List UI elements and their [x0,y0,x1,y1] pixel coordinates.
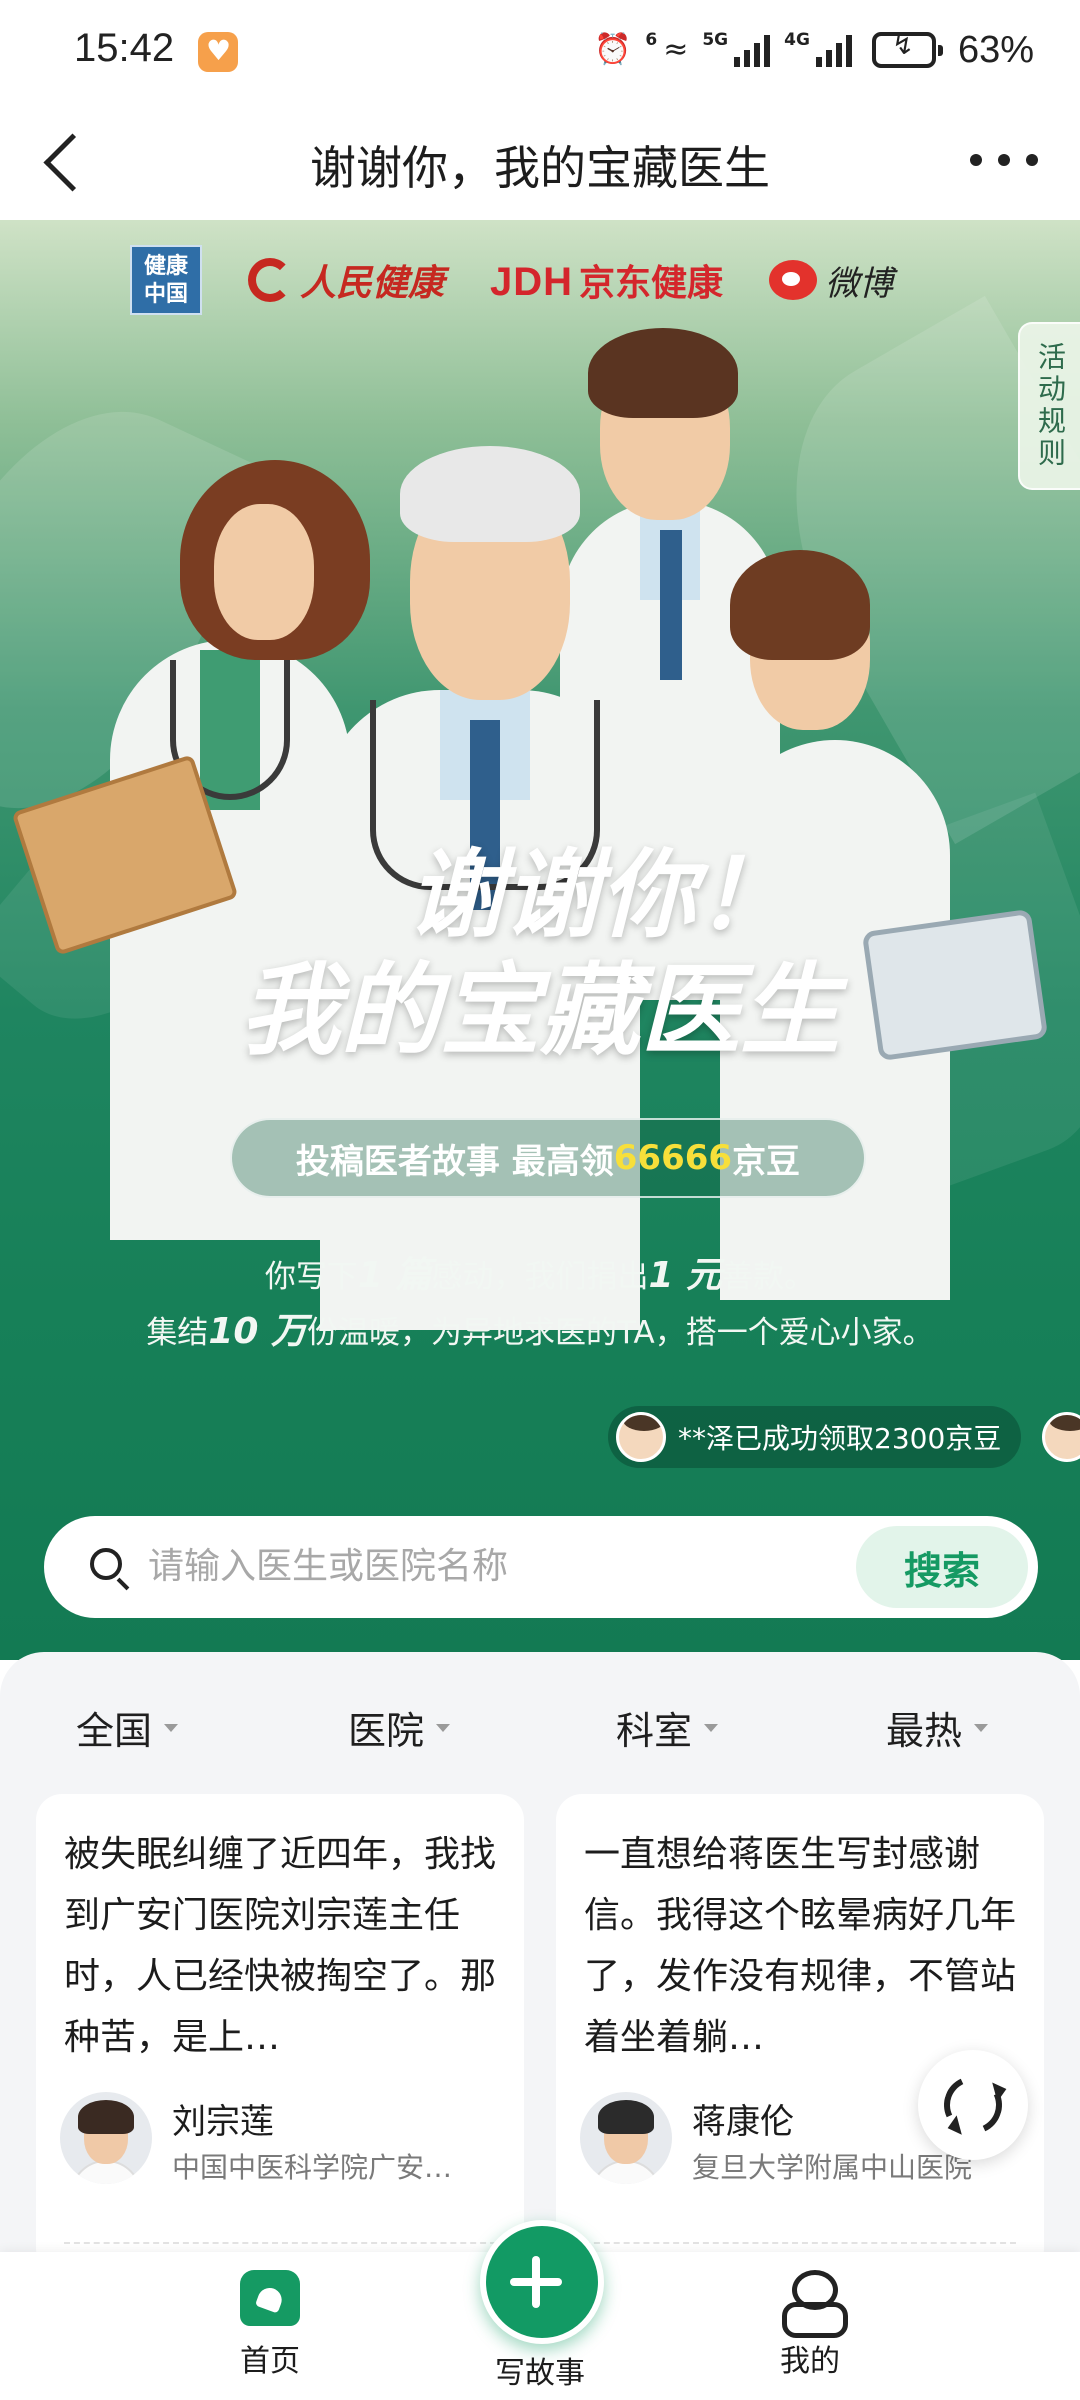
avatar [60,2092,152,2184]
filter-region[interactable]: 全国 [76,1700,179,1755]
avatar [580,2092,672,2184]
chevron-left-icon[interactable] [30,122,106,198]
refresh-icon[interactable] [918,2050,1028,2160]
doctor-name: 蒋康伦 [692,2102,794,2142]
activity-rules-tab[interactable]: 活动规则 [1018,322,1080,490]
caret-down-icon [974,1723,989,1732]
tab-home[interactable]: 首页 [170,2270,370,2380]
renmin-jiankang-logo: 人民健康 [248,254,444,306]
caret-down-icon [436,1723,451,1732]
battery-percent: 63% [957,28,1034,71]
hero-banner: 健康 中国 人民健康 JDH 京东健康 微博 活动规则 谢谢你！ 我的宝藏医生 … [0,220,1080,1660]
story-excerpt: 被失眠纠缠了近四年，我找到广安门医院刘宗莲主任时，人已经快被掏空了。那种苦，是上… [64,1834,497,2058]
jd-health-logo: JDH 京东健康 [490,260,724,304]
wifi-icon: ≈ [663,32,689,67]
doctor-name: 刘宗莲 [172,2102,274,2142]
caret-down-icon [164,1723,179,1732]
hero-title: 谢谢你！ 我的宝藏医生 [240,838,840,1070]
doctor-hospital: 中国中医科学院广安… [172,2151,453,2184]
tab-home-label: 首页 [240,2344,300,2379]
nav-bar: 谢谢你，我的宝藏医生 [0,100,1080,220]
battery-charging-icon: ↯ [871,31,943,68]
jiankang-zhongguo-logo: 健康 中国 [130,245,202,315]
divider [584,2242,1016,2244]
hero-description-line1: 你写下1 篇感动，我们捐出1 元善款。 [264,1255,816,1296]
story-list-section: 全国 医院 科室 最热 被失眠纠缠了近四年，我找到广安门医院刘宗莲主任时，人已经… [0,1652,1080,2274]
ticker-text: **泽已成功领取2300京豆 [678,1422,1002,1455]
partner-logos: 健康 中国 人民健康 JDH 京东健康 微博 [130,240,893,320]
avatar [1042,1412,1080,1462]
alarm-icon: ⏰ [594,32,632,67]
wifi-badge: 6 [645,30,658,50]
write-story-button[interactable] [480,2220,604,2344]
status-time: 15:42 [74,26,175,70]
filter-bar: 全国 医院 科室 最热 [0,1700,1080,1760]
network-4g-label: 4G [784,30,810,50]
search-button[interactable]: 搜索 [856,1526,1028,1608]
write-story-label: 写故事 [495,2356,585,2391]
filter-sort[interactable]: 最热 [886,1700,989,1755]
story-excerpt: 一直想给蒋医生写封感谢信。我得这个眩晕病好几年了，发作没有规律，不管站着坐着躺… [584,1834,1017,2058]
search-box: 搜索 [44,1516,1038,1618]
avatar [616,1412,666,1462]
tab-me[interactable]: 我的 [710,2270,910,2380]
user-icon [782,2270,848,2338]
reward-ticker: **泽已成功领取2300京豆 [608,1406,1022,1468]
network-5g-label: 5G [702,30,729,50]
submission-reward-pill[interactable]: 投稿医者故事 最高领 66666 京豆 [230,1118,866,1198]
tab-me-label: 我的 [780,2344,840,2379]
story-card[interactable]: 一直想给蒋医生写封感谢信。我得这个眩晕病好几年了，发作没有规律，不管站着坐着躺…… [556,1794,1044,2274]
signal-icon [734,33,771,67]
signal-icon [815,33,852,67]
filter-department[interactable]: 科室 [616,1700,719,1755]
divider [64,2242,496,2244]
status-bar: 15:42 ⏰ 6 ≈ 5G 4G ↯ 63% [0,0,1080,100]
search-input[interactable] [148,1538,848,1594]
hero-description-line2: 集结10 万份温暖，为异地求医的TA，搭一个爱心小家。 [146,1311,934,1352]
weibo-logo: 微博 [769,256,893,305]
search-icon [90,1548,122,1580]
filter-hospital[interactable]: 医院 [348,1700,451,1755]
more-dots-icon[interactable] [964,130,1044,190]
story-card[interactable]: 被失眠纠缠了近四年，我找到广安门医院刘宗莲主任时，人已经快被掏空了。那种苦，是上… [36,1794,524,2274]
page-title: 谢谢你，我的宝藏医生 [310,141,770,195]
status-icons: ⏰ 6 ≈ 5G 4G ↯ 63% [594,28,1034,72]
app-notification-icon [198,32,238,72]
caret-down-icon [704,1723,719,1732]
home-icon [240,2270,300,2326]
